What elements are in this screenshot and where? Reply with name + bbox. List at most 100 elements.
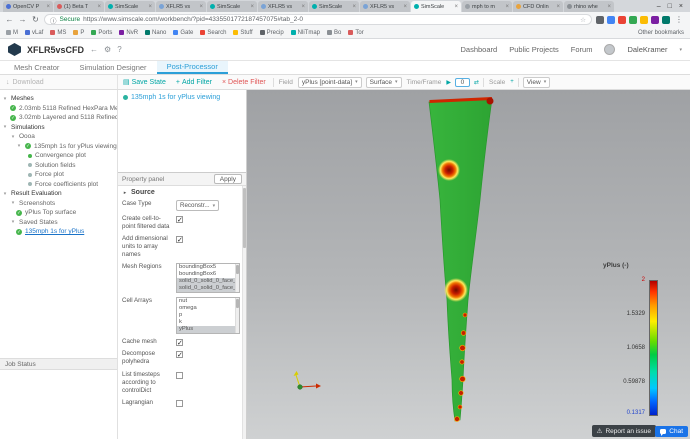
tab-close-icon[interactable]: × [403, 4, 407, 10]
case-type-select[interactable]: Reconstr... ▾ [176, 200, 219, 211]
browser-tab[interactable]: SimScale× [105, 1, 155, 12]
bookmark-item[interactable]: Tor [348, 30, 363, 36]
scrollbar-thumb[interactable] [243, 188, 246, 248]
refresh-icon[interactable]: ↻ [31, 15, 40, 24]
cell-to-point-checkbox[interactable] [176, 216, 183, 223]
maximize-button[interactable]: □ [668, 3, 672, 10]
list-option[interactable]: omega [177, 305, 235, 312]
tree-item-mesh-2[interactable]: ✓3.02mb Layered and 5118 Refined HexPa..… [0, 113, 117, 123]
bookmark-item[interactable]: M [6, 30, 18, 36]
tree-item-saved-state-yplus[interactable]: ✓135mph 1s for yPlus [0, 227, 117, 237]
browser-tab[interactable]: mph to m× [462, 1, 512, 12]
cell-arrays-list[interactable]: nut omega p k yPlus [176, 297, 240, 334]
tab-close-icon[interactable]: × [46, 4, 50, 10]
tree-item-force-plot[interactable]: Force plot [0, 170, 117, 180]
list-option[interactable]: p [177, 312, 235, 319]
tab-close-icon[interactable]: × [454, 4, 458, 10]
help-icon[interactable]: ? [117, 45, 121, 54]
minimize-button[interactable]: – [657, 3, 661, 10]
bookmark-item[interactable]: vLaf [25, 30, 43, 36]
mesh-regions-list[interactable]: boundingBox5 boundingBox6 solid_0_solid_… [176, 263, 240, 293]
property-panel-scrollbar[interactable] [242, 186, 246, 439]
bookmark-item[interactable]: Bo [327, 30, 341, 36]
list-scrollbar[interactable] [235, 298, 239, 333]
play-icon[interactable]: ▶ [444, 79, 453, 86]
nav-forum[interactable]: Forum [571, 45, 593, 54]
tab-close-icon[interactable]: × [199, 4, 203, 10]
user-name[interactable]: DaleKramer [627, 45, 667, 54]
tree-item-solution-fields[interactable]: Solution fields [0, 161, 117, 171]
extension-icon[interactable] [651, 16, 659, 24]
list-option[interactable]: k [177, 319, 235, 326]
breadcrumb[interactable]: 135mph 1s for yPlus viewing [118, 90, 246, 101]
expand-arrow-icon[interactable]: ▾ [10, 200, 16, 206]
scrollbar-thumb[interactable] [236, 299, 239, 308]
tree-item-screenshots[interactable]: ▾Screenshots [0, 199, 117, 209]
cache-mesh-checkbox[interactable] [176, 339, 183, 346]
bookmark-item[interactable]: P [73, 30, 84, 36]
extension-icon[interactable] [640, 16, 648, 24]
expand-arrow-icon[interactable]: ▾ [2, 96, 8, 102]
browser-tab[interactable]: SimScale× [207, 1, 257, 12]
extension-icon[interactable] [596, 16, 604, 24]
bookmark-item[interactable]: Gate [173, 30, 193, 36]
tab-close-icon[interactable]: × [250, 4, 254, 10]
tree-section-result-evaluation[interactable]: ▾Result Evaluation [0, 189, 117, 199]
download-button[interactable]: ↓ Download [0, 75, 118, 89]
tab-close-icon[interactable]: × [148, 4, 152, 10]
tree-section-meshes[interactable]: ▾Meshes [0, 94, 117, 104]
expand-arrow-icon[interactable]: ▾ [10, 219, 16, 225]
browser-tab[interactable]: rhino whe× [564, 1, 614, 12]
list-timesteps-checkbox[interactable] [176, 372, 183, 379]
job-status-header[interactable]: Job Status [0, 358, 117, 370]
browser-tab[interactable]: CFD Onlin× [513, 1, 563, 12]
extension-icon[interactable] [629, 16, 637, 24]
chat-button[interactable]: Chat [655, 426, 688, 437]
tree-item-convergence-plot[interactable]: Convergence plot [0, 151, 117, 161]
browser-tab-active[interactable]: SimScale× [411, 1, 461, 12]
list-option[interactable]: boundingBox5 [177, 264, 235, 271]
bookmark-item[interactable]: NliTmap [291, 30, 320, 36]
nav-public-projects[interactable]: Public Projects [509, 45, 559, 54]
tab-post-processor[interactable]: Post-Processor [157, 61, 228, 74]
expand-arrow-icon[interactable]: ▾ [16, 143, 22, 149]
expand-arrow-icon[interactable]: ▾ [2, 124, 8, 130]
viewport-3d[interactable]: yPlus (-) 2 1.5329 1.0658 0.59878 0.1317… [247, 90, 690, 439]
report-issue-button[interactable]: ⚠ Report an issue [592, 425, 656, 437]
add-filter-button[interactable]: + Add Filter [171, 75, 217, 89]
tree-item-oooa[interactable]: ▾Oooa [0, 132, 117, 142]
tab-close-icon[interactable]: × [97, 4, 101, 10]
back-icon[interactable]: ← [5, 15, 14, 24]
decompose-polyhedra-checkbox[interactable] [176, 351, 183, 358]
browser-tab[interactable]: SimScale× [309, 1, 359, 12]
forward-icon[interactable]: → [18, 15, 27, 24]
tab-close-icon[interactable]: × [607, 4, 611, 10]
bookmark-star-icon[interactable]: ☆ [580, 16, 586, 24]
browser-tab[interactable]: OpenCV P× [3, 1, 53, 12]
tree-section-simulations[interactable]: ▾Simulations [0, 123, 117, 133]
bookmark-item[interactable]: Search [200, 30, 226, 36]
extension-icon[interactable] [607, 16, 615, 24]
source-section[interactable]: ▸ Source [118, 186, 246, 198]
expand-arrow-icon[interactable]: ▾ [2, 191, 8, 197]
bookmark-item[interactable]: Ports [91, 30, 112, 36]
tree-item-saved-states[interactable]: ▾Saved States [0, 218, 117, 228]
scale-increase-icon[interactable]: + [508, 79, 516, 85]
browser-tab[interactable]: (1) Beta T× [54, 1, 104, 12]
tab-close-icon[interactable]: × [556, 4, 560, 10]
browser-tab[interactable]: XFLR5 vs× [156, 1, 206, 12]
bookmark-item[interactable]: Nano [145, 30, 166, 36]
close-button[interactable]: × [679, 3, 683, 10]
tree-item-mesh-1[interactable]: ✓2.03mb 5118 Refined HexPara Mesh 1 [0, 104, 117, 114]
list-option-selected[interactable]: solid_0_solid_0_face_9 [177, 278, 235, 285]
tab-close-icon[interactable]: × [505, 4, 509, 10]
bookmark-item[interactable]: Precip [260, 30, 284, 36]
chevron-down-icon[interactable]: ▾ [679, 47, 682, 53]
tab-mesh-creator[interactable]: Mesh Creator [4, 61, 69, 74]
save-state-button[interactable]: ▤ Save State [118, 75, 171, 89]
other-bookmarks[interactable]: Other bookmarks [638, 30, 684, 36]
extension-icon[interactable] [662, 16, 670, 24]
expand-arrow-icon[interactable]: ▾ [10, 134, 16, 140]
simscale-logo[interactable] [8, 43, 21, 56]
apply-button[interactable]: Apply [214, 174, 242, 184]
